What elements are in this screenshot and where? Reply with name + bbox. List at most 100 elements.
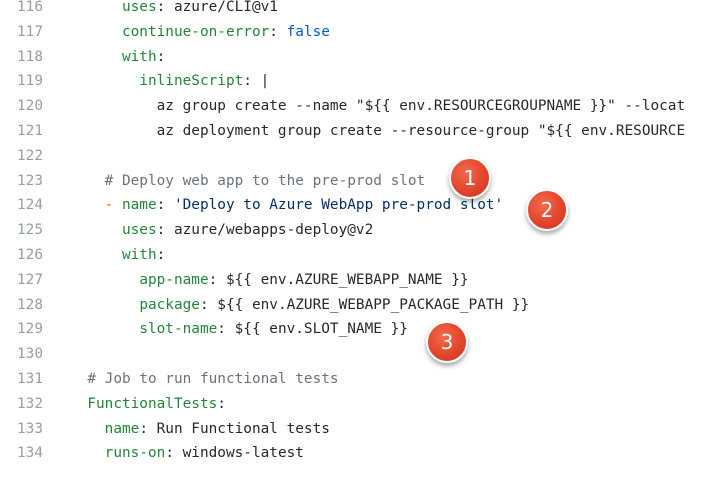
- code-token: -: [104, 197, 122, 214]
- line-number: 126: [17, 246, 43, 263]
- code-token: : windows-latest: [165, 445, 304, 462]
- code-text: inlineScript: |: [70, 69, 269, 94]
- code-text: # Job to run functional tests: [70, 367, 339, 392]
- callout-badge-2: 2: [526, 189, 568, 231]
- code-line: 129 slot-name: ${{ env.SLOT_NAME }}: [0, 317, 709, 342]
- code-token: :: [269, 23, 287, 40]
- code-token: continue-on-error: [121, 23, 270, 40]
- code-line: 130: [0, 342, 709, 367]
- code-token: 'Deploy to Azure WebApp pre-prod slot': [173, 197, 504, 214]
- code-token: uses: [121, 0, 157, 15]
- code-text: - name: 'Deploy to Azure WebApp pre-prod…: [70, 193, 504, 218]
- code-token: with: [121, 48, 157, 65]
- code-line: 131 # Job to run functional tests: [0, 367, 709, 392]
- code-line: 134 runs-on: windows-latest: [0, 441, 709, 466]
- code-line: 124 - name: 'Deploy to Azure WebApp pre-…: [0, 193, 709, 218]
- code-token: FunctionalTests: [87, 395, 218, 412]
- code-text: az deployment group create --resource-gr…: [70, 119, 686, 144]
- code-token: slot-name: [139, 321, 218, 338]
- code-line: 127 app-name: ${{ env.AZURE_WEBAPP_NAME …: [0, 268, 709, 293]
- code-line: 133 name: Run Functional tests: [0, 417, 709, 442]
- code-text: uses: azure/CLI@v1: [70, 0, 278, 20]
- line-number: 122: [17, 147, 43, 164]
- line-number: 118: [17, 48, 43, 65]
- code-line: 121 az deployment group create --resourc…: [0, 119, 709, 144]
- code-text: app-name: ${{ env.AZURE_WEBAPP_NAME }}: [70, 268, 469, 293]
- line-number: 133: [17, 420, 43, 437]
- code-token: inlineScript: [139, 73, 244, 90]
- line-number: 132: [17, 395, 43, 412]
- code-token: name: [121, 197, 157, 214]
- code-line: 118 with:: [0, 45, 709, 70]
- code-token: : azure/CLI@v1: [156, 0, 278, 15]
- code-text: slot-name: ${{ env.SLOT_NAME }}: [70, 317, 408, 342]
- code-line: 126 with:: [0, 243, 709, 268]
- code-token: package: [139, 296, 200, 313]
- code-text: FunctionalTests:: [70, 392, 226, 417]
- code-token: :: [156, 48, 166, 65]
- code-token: az group create --name "${{ env.RESOURCE…: [156, 98, 686, 115]
- code-token: runs-on: [104, 445, 166, 462]
- code-token: : ${{ env.AZURE_WEBAPP_PACKAGE_PATH }}: [199, 296, 530, 313]
- line-number: 120: [17, 98, 43, 115]
- line-number: 116: [17, 0, 43, 15]
- line-number: 128: [17, 296, 43, 313]
- line-number: 124: [17, 197, 43, 214]
- code-line: 123 # Deploy web app to the pre-prod slo…: [0, 169, 709, 194]
- code-token: app-name: [139, 271, 209, 288]
- code-token: false: [286, 23, 330, 40]
- code-token: az deployment group create --resource-gr…: [156, 122, 686, 139]
- code-text: # Deploy web app to the pre-prod slot: [70, 169, 426, 194]
- code-token: : ${{ env.SLOT_NAME }}: [217, 321, 408, 338]
- line-number: 125: [17, 222, 43, 239]
- line-number: 129: [17, 321, 43, 338]
- code-text: uses: azure/webapps-deploy@v2: [70, 218, 373, 243]
- code-text: with:: [70, 45, 165, 70]
- code-line: 125 uses: azure/webapps-deploy@v2: [0, 218, 709, 243]
- callout-badge-3: 3: [426, 321, 468, 363]
- code-token: :: [156, 197, 174, 214]
- code-line: 119 inlineScript: |: [0, 69, 709, 94]
- code-token: :: [156, 246, 166, 263]
- line-number: 130: [17, 346, 43, 363]
- code-token: name: [104, 420, 140, 437]
- line-number: 121: [17, 122, 43, 139]
- code-token: : ${{ env.AZURE_WEBAPP_NAME }}: [208, 271, 469, 288]
- code-line: 117 continue-on-error: false: [0, 20, 709, 45]
- line-number: 134: [17, 445, 43, 462]
- code-line: 122: [0, 144, 709, 169]
- line-number: 123: [17, 172, 43, 189]
- code-token: with: [121, 246, 157, 263]
- code-text: runs-on: windows-latest: [70, 441, 304, 466]
- code-line: 116 uses: azure/CLI@v1: [0, 0, 709, 20]
- code-token: :: [217, 395, 226, 412]
- code-text: continue-on-error: false: [70, 20, 330, 45]
- line-number: 117: [17, 23, 43, 40]
- line-number: 127: [17, 271, 43, 288]
- line-number: 119: [17, 73, 43, 90]
- code-token: uses: [121, 222, 157, 239]
- code-token: : |: [243, 73, 270, 90]
- code-lines: 116 uses: azure/CLI@v1 117 continue-on-er…: [0, 0, 709, 466]
- code-token: # Deploy web app to the pre-prod slot: [104, 172, 426, 189]
- code-token: # Job to run functional tests: [87, 370, 339, 387]
- code-text: with:: [70, 243, 165, 268]
- code-line: 132 FunctionalTests:: [0, 392, 709, 417]
- callout-badge-1: 1: [449, 157, 491, 199]
